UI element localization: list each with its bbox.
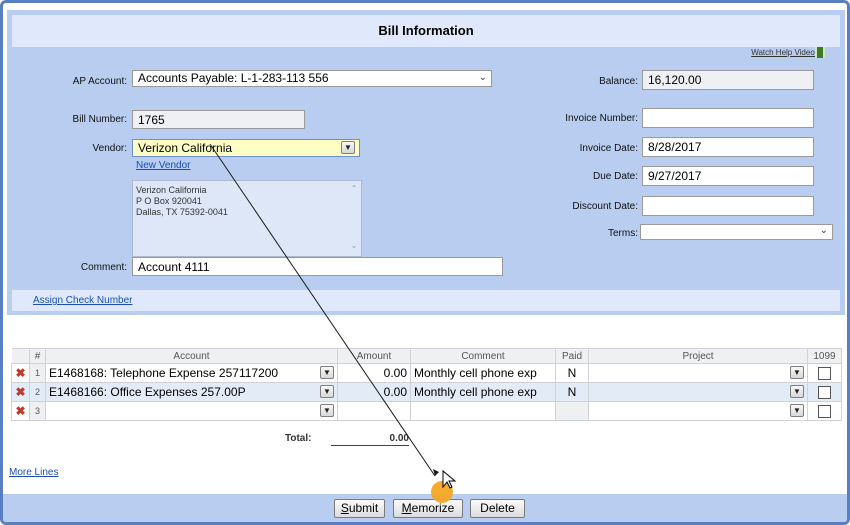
annotation-line xyxy=(209,143,439,477)
delete-button[interactable]: Delete xyxy=(470,499,525,518)
memorize-button[interactable]: Memorize xyxy=(393,499,463,518)
bill-window: Bill Information Watch Help Video! AP Ac… xyxy=(0,0,850,525)
cursor-pointer-icon xyxy=(442,469,457,489)
submit-button[interactable]: Submit xyxy=(334,499,385,518)
